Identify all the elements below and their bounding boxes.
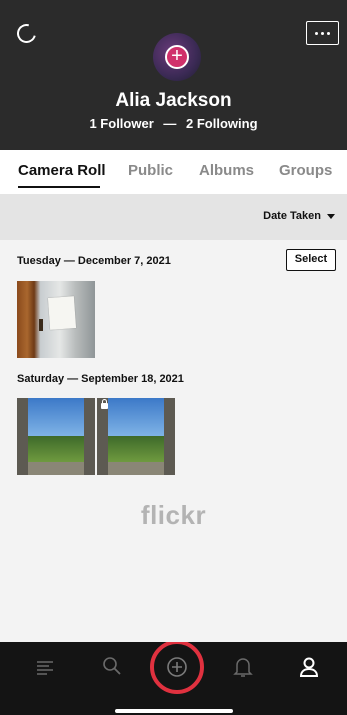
photo-thumbnail[interactable] [17, 398, 95, 475]
home-indicator [115, 709, 233, 713]
refresh-icon[interactable] [13, 20, 40, 47]
tab-public[interactable]: Public [128, 162, 173, 179]
add-photo-icon[interactable] [148, 642, 206, 700]
date-group-label: Tuesday — December 7, 2021 [17, 255, 171, 267]
bottom-nav-bar [0, 642, 347, 715]
date-group-label: Saturday — September 18, 2021 [17, 373, 184, 385]
photo-thumbnail[interactable] [17, 281, 95, 358]
tab-albums[interactable]: Albums [199, 162, 254, 179]
profile-name: Alia Jackson [115, 90, 232, 111]
notifications-icon[interactable] [232, 655, 254, 679]
follow-stats: 1 Follower — 2 Following [0, 116, 347, 131]
more-options-button[interactable] [306, 21, 339, 45]
search-icon[interactable] [101, 655, 123, 677]
avatar[interactable]: + [153, 33, 201, 81]
flickr-logo: flickr [140, 500, 207, 530]
active-tab-indicator [18, 186, 100, 188]
profile-icon[interactable] [298, 655, 320, 679]
followers-link[interactable]: 1 Follower [89, 116, 153, 131]
photo-thumbnail[interactable] [97, 398, 175, 475]
tab-groups[interactable]: Groups [279, 162, 332, 179]
select-button[interactable]: Select [286, 249, 336, 271]
lock-icon [101, 399, 108, 409]
tab-camera-roll[interactable]: Camera Roll [18, 162, 106, 179]
menu-icon[interactable] [34, 656, 56, 678]
follow-separator: — [163, 116, 177, 131]
caret-down-icon[interactable] [327, 214, 335, 219]
sort-bar: Date Taken [0, 194, 347, 240]
following-link[interactable]: 2 Following [186, 116, 258, 131]
profile-header: + Alia Jackson 1 Follower — 2 Following [0, 0, 347, 150]
sort-dropdown[interactable]: Date Taken [263, 210, 321, 222]
add-avatar-icon: + [165, 45, 189, 69]
